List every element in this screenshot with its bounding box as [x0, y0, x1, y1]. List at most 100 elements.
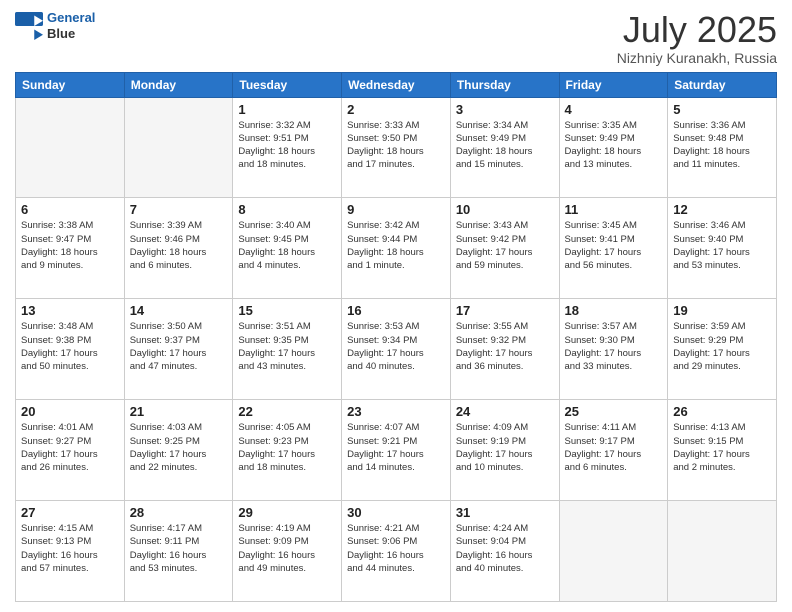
day-cell: 6 Sunrise: 3:38 AM Sunset: 9:47 PM Daylig…: [16, 198, 125, 299]
day-number: 20: [21, 404, 119, 419]
day-cell: 21 Sunrise: 4:03 AM Sunset: 9:25 PM Dayli…: [124, 400, 233, 501]
day-info: Sunrise: 4:09 AM Sunset: 9:19 PM Dayligh…: [456, 421, 554, 474]
day-info: Sunrise: 3:51 AM Sunset: 9:35 PM Dayligh…: [238, 320, 336, 373]
day-number: 16: [347, 303, 445, 318]
day-number: 14: [130, 303, 228, 318]
day-info: Sunrise: 3:38 AM Sunset: 9:47 PM Dayligh…: [21, 219, 119, 272]
day-cell: [124, 97, 233, 198]
day-info: Sunrise: 3:35 AM Sunset: 9:49 PM Dayligh…: [565, 119, 663, 172]
day-info: Sunrise: 3:42 AM Sunset: 9:44 PM Dayligh…: [347, 219, 445, 272]
day-cell: 3Sunrise: 3:34 AM Sunset: 9:49 PM Daylig…: [450, 97, 559, 198]
logo-icon: [15, 12, 43, 40]
logo: General Blue: [15, 10, 95, 41]
week-row-3: 13Sunrise: 3:48 AM Sunset: 9:38 PM Dayli…: [16, 299, 777, 400]
day-cell: 9 Sunrise: 3:42 AM Sunset: 9:44 PM Daylig…: [342, 198, 451, 299]
day-number: 28: [130, 505, 228, 520]
header-row: Sunday Monday Tuesday Wednesday Thursday…: [16, 72, 777, 97]
day-info: Sunrise: 3:36 AM Sunset: 9:48 PM Dayligh…: [673, 119, 771, 172]
logo-text: General Blue: [47, 10, 95, 41]
day-info: Sunrise: 3:33 AM Sunset: 9:50 PM Dayligh…: [347, 119, 445, 172]
day-cell: 5 Sunrise: 3:36 AM Sunset: 9:48 PM Daylig…: [668, 97, 777, 198]
day-number: 21: [130, 404, 228, 419]
day-cell: 11 Sunrise: 3:45 AM Sunset: 9:41 PM Dayli…: [559, 198, 668, 299]
day-info: Sunrise: 3:48 AM Sunset: 9:38 PM Dayligh…: [21, 320, 119, 373]
day-cell: 8 Sunrise: 3:40 AM Sunset: 9:45 PM Daylig…: [233, 198, 342, 299]
day-cell: 20 Sunrise: 4:01 AM Sunset: 9:27 PM Dayli…: [16, 400, 125, 501]
day-cell: 25 Sunrise: 4:11 AM Sunset: 9:17 PM Dayli…: [559, 400, 668, 501]
day-number: 4: [565, 102, 663, 117]
week-row-5: 27Sunrise: 4:15 AM Sunset: 9:13 PM Dayli…: [16, 501, 777, 602]
day-info: Sunrise: 3:34 AM Sunset: 9:49 PM Dayligh…: [456, 119, 554, 172]
day-info: Sunrise: 4:07 AM Sunset: 9:21 PM Dayligh…: [347, 421, 445, 474]
day-number: 29: [238, 505, 336, 520]
day-info: Sunrise: 4:24 AM Sunset: 9:04 PM Dayligh…: [456, 522, 554, 575]
day-cell: 13Sunrise: 3:48 AM Sunset: 9:38 PM Dayli…: [16, 299, 125, 400]
day-cell: 22Sunrise: 4:05 AM Sunset: 9:23 PM Dayli…: [233, 400, 342, 501]
col-wednesday: Wednesday: [342, 72, 451, 97]
day-cell: [668, 501, 777, 602]
day-cell: 15 Sunrise: 3:51 AM Sunset: 9:35 PM Dayli…: [233, 299, 342, 400]
day-info: Sunrise: 3:39 AM Sunset: 9:46 PM Dayligh…: [130, 219, 228, 272]
day-number: 12: [673, 202, 771, 217]
day-cell: 12Sunrise: 3:46 AM Sunset: 9:40 PM Dayli…: [668, 198, 777, 299]
day-cell: 2 Sunrise: 3:33 AM Sunset: 9:50 PM Daylig…: [342, 97, 451, 198]
day-cell: 17 Sunrise: 3:55 AM Sunset: 9:32 PM Dayli…: [450, 299, 559, 400]
day-cell: 4 Sunrise: 3:35 AM Sunset: 9:49 PM Daylig…: [559, 97, 668, 198]
day-number: 27: [21, 505, 119, 520]
day-info: Sunrise: 4:11 AM Sunset: 9:17 PM Dayligh…: [565, 421, 663, 474]
day-cell: 18 Sunrise: 3:57 AM Sunset: 9:30 PM Dayli…: [559, 299, 668, 400]
day-number: 26: [673, 404, 771, 419]
day-cell: 24Sunrise: 4:09 AM Sunset: 9:19 PM Dayli…: [450, 400, 559, 501]
day-cell: 27Sunrise: 4:15 AM Sunset: 9:13 PM Dayli…: [16, 501, 125, 602]
day-info: Sunrise: 4:03 AM Sunset: 9:25 PM Dayligh…: [130, 421, 228, 474]
day-cell: [559, 501, 668, 602]
day-info: Sunrise: 3:40 AM Sunset: 9:45 PM Dayligh…: [238, 219, 336, 272]
day-number: 18: [565, 303, 663, 318]
day-info: Sunrise: 4:17 AM Sunset: 9:11 PM Dayligh…: [130, 522, 228, 575]
day-info: Sunrise: 3:53 AM Sunset: 9:34 PM Dayligh…: [347, 320, 445, 373]
day-info: Sunrise: 3:55 AM Sunset: 9:32 PM Dayligh…: [456, 320, 554, 373]
day-info: Sunrise: 3:50 AM Sunset: 9:37 PM Dayligh…: [130, 320, 228, 373]
day-cell: 28 Sunrise: 4:17 AM Sunset: 9:11 PM Dayli…: [124, 501, 233, 602]
day-cell: 26Sunrise: 4:13 AM Sunset: 9:15 PM Dayli…: [668, 400, 777, 501]
day-number: 10: [456, 202, 554, 217]
day-cell: 10 Sunrise: 3:43 AM Sunset: 9:42 PM Dayli…: [450, 198, 559, 299]
location-subtitle: Nizhniy Kuranakh, Russia: [617, 50, 777, 66]
day-number: 1: [238, 102, 336, 117]
day-number: 5: [673, 102, 771, 117]
day-info: Sunrise: 3:45 AM Sunset: 9:41 PM Dayligh…: [565, 219, 663, 272]
day-info: Sunrise: 3:32 AM Sunset: 9:51 PM Dayligh…: [238, 119, 336, 172]
day-info: Sunrise: 3:59 AM Sunset: 9:29 PM Dayligh…: [673, 320, 771, 373]
col-tuesday: Tuesday: [233, 72, 342, 97]
day-number: 9: [347, 202, 445, 217]
week-row-4: 20 Sunrise: 4:01 AM Sunset: 9:27 PM Dayli…: [16, 400, 777, 501]
day-number: 6: [21, 202, 119, 217]
day-info: Sunrise: 3:43 AM Sunset: 9:42 PM Dayligh…: [456, 219, 554, 272]
day-cell: 14 Sunrise: 3:50 AM Sunset: 9:37 PM Dayli…: [124, 299, 233, 400]
day-number: 17: [456, 303, 554, 318]
day-number: 11: [565, 202, 663, 217]
day-info: Sunrise: 4:21 AM Sunset: 9:06 PM Dayligh…: [347, 522, 445, 575]
calendar-header: Sunday Monday Tuesday Wednesday Thursday…: [16, 72, 777, 97]
col-monday: Monday: [124, 72, 233, 97]
day-cell: [16, 97, 125, 198]
day-cell: 29 Sunrise: 4:19 AM Sunset: 9:09 PM Dayli…: [233, 501, 342, 602]
day-cell: 19Sunrise: 3:59 AM Sunset: 9:29 PM Dayli…: [668, 299, 777, 400]
day-cell: 31Sunrise: 4:24 AM Sunset: 9:04 PM Dayli…: [450, 501, 559, 602]
col-saturday: Saturday: [668, 72, 777, 97]
calendar-body: 1 Sunrise: 3:32 AM Sunset: 9:51 PM Daylig…: [16, 97, 777, 601]
day-number: 15: [238, 303, 336, 318]
logo-line2: Blue: [47, 26, 95, 42]
col-sunday: Sunday: [16, 72, 125, 97]
day-cell: 16 Sunrise: 3:53 AM Sunset: 9:34 PM Dayli…: [342, 299, 451, 400]
day-info: Sunrise: 4:01 AM Sunset: 9:27 PM Dayligh…: [21, 421, 119, 474]
day-info: Sunrise: 3:57 AM Sunset: 9:30 PM Dayligh…: [565, 320, 663, 373]
day-cell: 30Sunrise: 4:21 AM Sunset: 9:06 PM Dayli…: [342, 501, 451, 602]
week-row-1: 1 Sunrise: 3:32 AM Sunset: 9:51 PM Daylig…: [16, 97, 777, 198]
day-number: 25: [565, 404, 663, 419]
day-number: 8: [238, 202, 336, 217]
day-cell: 1 Sunrise: 3:32 AM Sunset: 9:51 PM Daylig…: [233, 97, 342, 198]
day-info: Sunrise: 4:19 AM Sunset: 9:09 PM Dayligh…: [238, 522, 336, 575]
day-cell: 7Sunrise: 3:39 AM Sunset: 9:46 PM Daylig…: [124, 198, 233, 299]
day-number: 2: [347, 102, 445, 117]
